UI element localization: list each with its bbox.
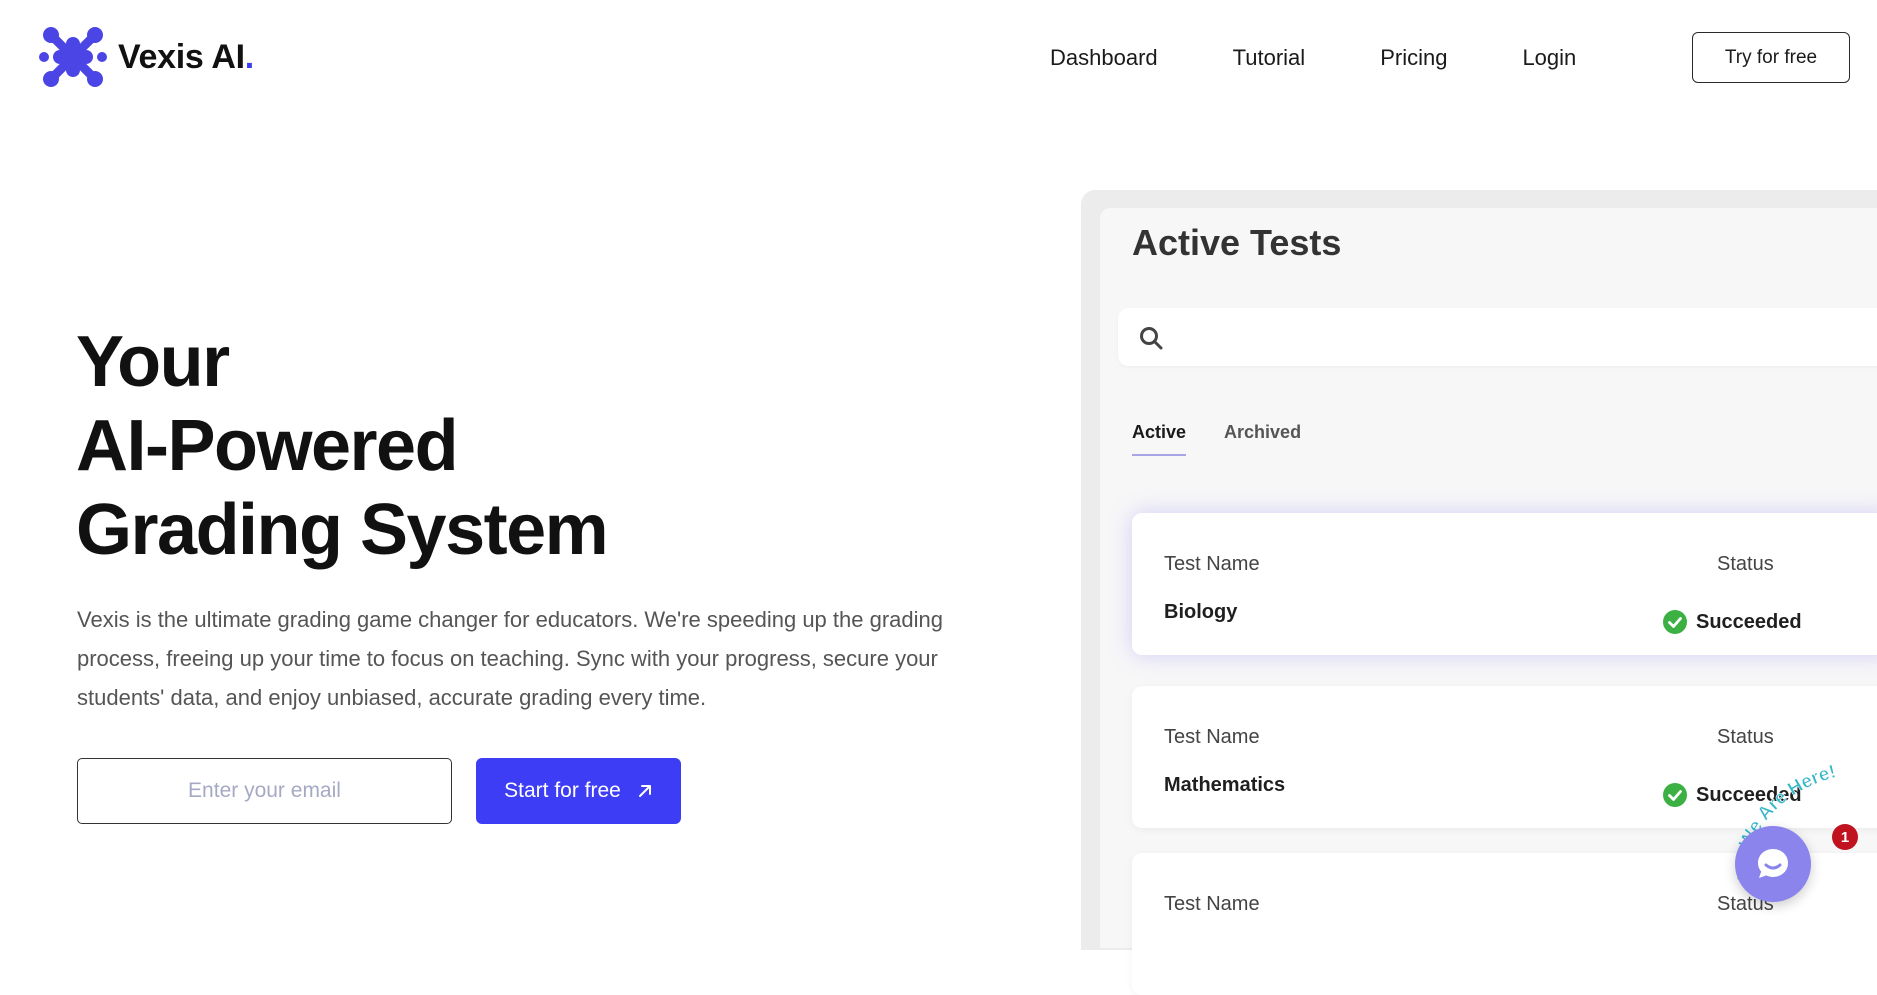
logo-text: Vexis AI.	[118, 37, 254, 76]
arrow-up-right-icon	[638, 785, 651, 797]
start-button-label: Start for free	[504, 779, 621, 802]
chat-bubble-icon	[1758, 849, 1788, 878]
main-nav: Dashboard Tutorial Pricing Login	[1050, 40, 1651, 76]
tests-search-input[interactable]	[1118, 308, 1877, 366]
hero-title-line: Grading System	[76, 490, 609, 570]
notification-badge: 1	[1832, 824, 1858, 850]
nav-tutorial[interactable]: Tutorial	[1233, 45, 1306, 71]
test-tabs: Active Archived	[1132, 422, 1339, 456]
nav-dashboard[interactable]: Dashboard	[1050, 45, 1158, 71]
test-name-label: Test Name	[1164, 726, 1260, 748]
logo-link[interactable]: Vexis AI.	[38, 22, 254, 92]
check-circle-icon	[1663, 783, 1687, 807]
tab-archived[interactable]: Archived	[1224, 422, 1301, 456]
status-label: Status	[1717, 553, 1774, 575]
test-name-label: Test Name	[1164, 893, 1260, 915]
tab-active[interactable]: Active	[1132, 422, 1187, 456]
site-header: Vexis AI. Dashboard Tutorial Pricing Log…	[0, 0, 1877, 115]
test-name-label: Test Name	[1164, 553, 1260, 575]
nav-pricing[interactable]: Pricing	[1380, 45, 1447, 71]
chat-launcher-button[interactable]	[1735, 826, 1811, 902]
nav-login[interactable]: Login	[1522, 45, 1576, 71]
hero-title-line: AI-Powered	[76, 406, 459, 486]
active-tests-title: Active Tests	[1132, 222, 1342, 263]
hero-title: Your AI-Powered Grading System	[76, 320, 609, 572]
status-badge: Succeeded	[1662, 609, 1802, 635]
start-for-free-button[interactable]: Start for free	[476, 758, 681, 824]
try-for-free-button[interactable]: Try for free	[1692, 32, 1850, 83]
search-icon	[1140, 327, 1163, 350]
test-name: Mathematics	[1164, 774, 1286, 796]
test-name: Biology	[1164, 601, 1238, 623]
hero-title-line: Your	[76, 322, 230, 402]
test-card[interactable]: Test Name Status Biology Succeeded	[1132, 513, 1877, 655]
vexis-logo-icon	[39, 27, 107, 87]
email-input[interactable]	[77, 758, 452, 824]
status-label: Status	[1717, 726, 1774, 748]
hero-description: Vexis is the ultimate grading game chang…	[77, 607, 943, 710]
check-circle-icon	[1663, 610, 1687, 634]
status-text: Succeeded	[1696, 610, 1802, 633]
